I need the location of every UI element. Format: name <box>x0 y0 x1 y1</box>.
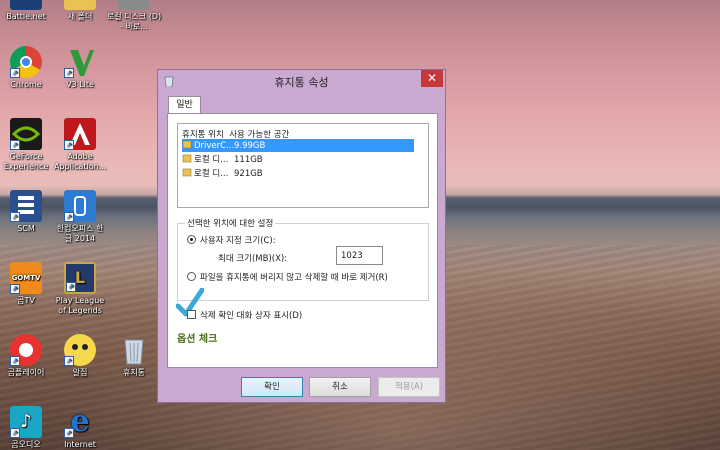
desktop-icon-new-folder[interactable]: 새 폴더 <box>54 0 106 22</box>
shortcut-arrow-icon: ↗ <box>64 140 74 150</box>
location-space: 9.99GB <box>234 141 266 151</box>
adobe-icon: ↗ <box>64 118 96 150</box>
recycle-bin-properties-dialog: 휴지통 속성 ✕ 일반 휴지통 위치 사용 가능한 공간 DriverC...9… <box>157 69 446 403</box>
scm-icon: ↗ <box>10 190 42 222</box>
custom-size-radio[interactable] <box>187 235 196 244</box>
desktop-icon-label: Play League of Legends <box>55 296 105 315</box>
desktop-icon-local-disk-d[interactable]: 로컬 디스크 (D) - 바로... <box>106 0 162 32</box>
list-item[interactable]: DriverC...9.99GB <box>182 139 414 152</box>
shortcut-arrow-icon: ↗ <box>10 68 20 78</box>
shortcut-arrow-icon: ↗ <box>10 140 20 150</box>
desktop-icon-label: 휴지통 <box>122 368 146 377</box>
desktop-icon-label: 곰오디오 <box>11 440 41 449</box>
list-item[interactable]: 로컬 디... 111GB <box>182 153 263 166</box>
drive-icon <box>182 140 192 149</box>
drive-icon <box>118 0 150 10</box>
internet-explorer-icon: e ↗ <box>64 406 96 438</box>
annotation-text: 옵션 체크 <box>177 334 218 345</box>
desktop-icon-label: SCM <box>17 224 35 233</box>
location-name: DriverC... <box>194 141 235 151</box>
desktop-icon-v3-lite[interactable]: ↗ V3 Lite <box>54 46 106 90</box>
recycle-bin-icon <box>118 334 150 366</box>
shortcut-arrow-icon: ↗ <box>10 284 20 294</box>
max-size-input[interactable] <box>336 246 383 265</box>
gomaudio-icon: ♪ ↗ <box>10 406 42 438</box>
desktop-icon-label: V3 Lite <box>66 80 94 89</box>
league-of-legends-icon: L ↗ <box>64 262 96 294</box>
desktop-icon-hancom[interactable]: ↗ 한컴오피스 한글 2014 <box>54 190 106 244</box>
desktop-icon-gomtv[interactable]: GOMTV ↗ 곰TV <box>0 262 52 306</box>
chrome-icon: ↗ <box>10 46 42 78</box>
drive-icon <box>182 154 192 163</box>
tab-general[interactable]: 일반 <box>168 96 201 114</box>
shortcut-arrow-icon: ↗ <box>10 212 20 222</box>
desktop-icon-label: Internet Explorer <box>64 440 96 449</box>
location-space: 111GB <box>234 155 263 165</box>
desktop-icon-label: 곰플레이어 <box>7 368 45 377</box>
confirm-delete-checkbox[interactable] <box>187 310 196 319</box>
max-size-label: 최대 크기(MB)(X): <box>218 254 288 264</box>
close-button[interactable]: ✕ <box>421 70 443 87</box>
shortcut-arrow-icon: ↗ <box>64 356 74 366</box>
desktop-icon-recycle-bin[interactable]: 휴지통 <box>108 334 160 378</box>
desktop-icon-league[interactable]: L ↗ Play League of Legends <box>54 262 106 316</box>
desktop-icon-battlenet[interactable]: Battle.net <box>0 0 52 22</box>
location-space: 921GB <box>234 169 263 179</box>
desktop-icon-chrome[interactable]: ↗ Chrome <box>0 46 52 90</box>
dialog-title: 휴지통 속성 <box>274 76 329 89</box>
list-item[interactable]: 로컬 디... 921GB <box>182 167 263 180</box>
desktop-icon-label: 한컴오피스 한글 2014 <box>56 224 104 243</box>
shortcut-arrow-icon: ↗ <box>10 356 20 366</box>
desktop-icon-scm[interactable]: ↗ SCM <box>0 190 52 234</box>
location-name: 로컬 디... <box>194 155 229 165</box>
drive-icon <box>182 168 192 177</box>
desktop-icon-label: 새 폴더 <box>67 12 93 21</box>
tab-panel-general: 휴지통 위치 사용 가능한 공간 DriverC...9.99GB 로컬 디..… <box>167 113 438 368</box>
shortcut-arrow-icon: ↗ <box>64 428 74 438</box>
shortcut-arrow-icon: ↗ <box>10 428 20 438</box>
desktop-icon-label: Chrome <box>10 80 42 89</box>
desktop-icon-label: Battle.net <box>6 12 46 21</box>
v3-lite-icon: ↗ <box>64 46 96 78</box>
location-name: 로컬 디... <box>194 169 229 179</box>
battlenet-icon <box>10 0 42 10</box>
recycle-bin-location-list[interactable]: 휴지통 위치 사용 가능한 공간 DriverC...9.99GB 로컬 디..… <box>177 123 429 208</box>
desktop-icon-gomaudio[interactable]: ♪ ↗ 곰오디오 <box>0 406 52 450</box>
alzip-icon: ↗ <box>64 334 96 366</box>
shortcut-arrow-icon: ↗ <box>66 282 76 292</box>
shortcut-arrow-icon: ↗ <box>64 68 74 78</box>
apply-button[interactable]: 적용(A) <box>378 377 440 397</box>
desktop-icon-adobe[interactable]: ↗ Adobe Application... <box>54 118 106 172</box>
desktop-icon-alzip[interactable]: ↗ 알집 <box>54 334 106 378</box>
desktop-icon-gomplayer[interactable]: ↗ 곰플레이어 <box>0 334 52 378</box>
folder-icon <box>64 0 96 10</box>
desktop-icon-label: GeForce Experience <box>3 152 49 171</box>
desktop-icon-geforce[interactable]: ↗ GeForce Experience <box>0 118 52 172</box>
desktop-icon-label: 알집 <box>72 368 88 377</box>
ok-button[interactable]: 확인 <box>241 377 303 397</box>
desktop-icon-internet-explorer[interactable]: e ↗ Internet Explorer <box>54 406 106 450</box>
desktop-icon-label: 곰TV <box>17 296 35 305</box>
cancel-button[interactable]: 취소 <box>309 377 371 397</box>
gomplayer-icon: ↗ <box>10 334 42 366</box>
title-bar[interactable]: 휴지통 속성 ✕ <box>158 70 445 92</box>
group-label: 선택한 위치에 대한 설정 <box>185 217 276 229</box>
confirm-delete-label[interactable]: 삭제 확인 대화 상자 표시(D) <box>200 309 302 321</box>
location-settings-group: 선택한 위치에 대한 설정 사용자 지정 크기(C): 최대 크기(MB)(X)… <box>177 217 429 301</box>
custom-size-label[interactable]: 사용자 지정 크기(C): <box>200 234 276 246</box>
delete-immediately-radio[interactable] <box>187 272 196 281</box>
hancom-icon: ↗ <box>64 190 96 222</box>
geforce-icon: ↗ <box>10 118 42 150</box>
delete-immediately-label[interactable]: 파일을 휴지통에 버리지 않고 삭제할 때 바로 제거(R) <box>200 271 388 283</box>
desktop-icon-label: Adobe Application... <box>54 152 107 171</box>
gomtv-icon: GOMTV ↗ <box>10 262 42 294</box>
shortcut-arrow-icon: ↗ <box>64 212 74 222</box>
desktop-icon-label: 로컬 디스크 (D) - 바로... <box>106 12 162 31</box>
